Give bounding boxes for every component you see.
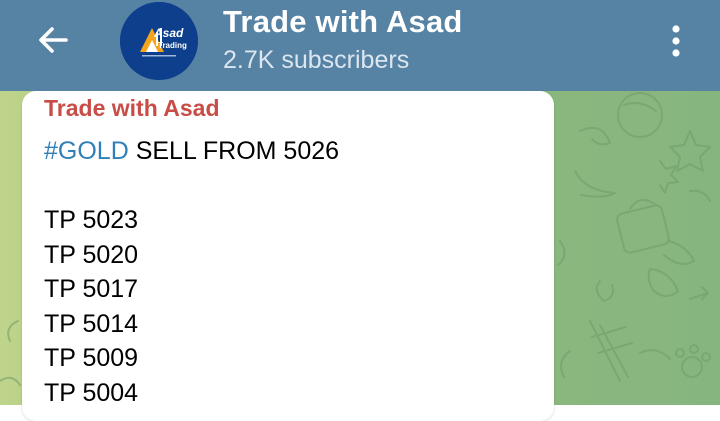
chat-header: Asad Trading Trade with Asad 2.7K subscr… [0,0,720,91]
logo-text-asad: Asad [153,26,184,40]
message-line-text: SELL FROM 5026 [128,137,340,165]
logo-text-trading: Trading [158,41,187,50]
message-line: #GOLD SELL FROM 5026 [44,134,339,169]
subscriber-count: 2.7K subscribers [223,46,410,74]
message-line: TP 5017 [44,275,139,303]
more-options-button[interactable] [660,18,692,64]
message-line: TP 5009 [44,344,139,372]
channel-title[interactable]: Trade with Asad [223,4,463,40]
asad-trading-logo: Asad Trading [120,2,198,80]
more-vertical-icon [672,25,680,57]
message-line: TP 5014 [44,309,139,338]
message-line [44,169,339,204]
message-sender-name[interactable]: Trade with Asad [44,95,220,122]
message-line: TP 5020 [44,240,139,269]
back-button[interactable] [26,18,80,62]
message-line: TP 5023 [44,206,139,234]
message-text: #GOLD SELL FROM 5026 TP 5023 TP 5020 TP … [44,134,339,410]
arrow-left-icon [39,27,68,53]
message-bubble[interactable]: Trade with Asad #GOLD SELL FROM 5026 TP … [22,91,554,421]
hashtag-link[interactable]: #GOLD [44,137,129,165]
channel-avatar[interactable]: Asad Trading [120,2,198,80]
